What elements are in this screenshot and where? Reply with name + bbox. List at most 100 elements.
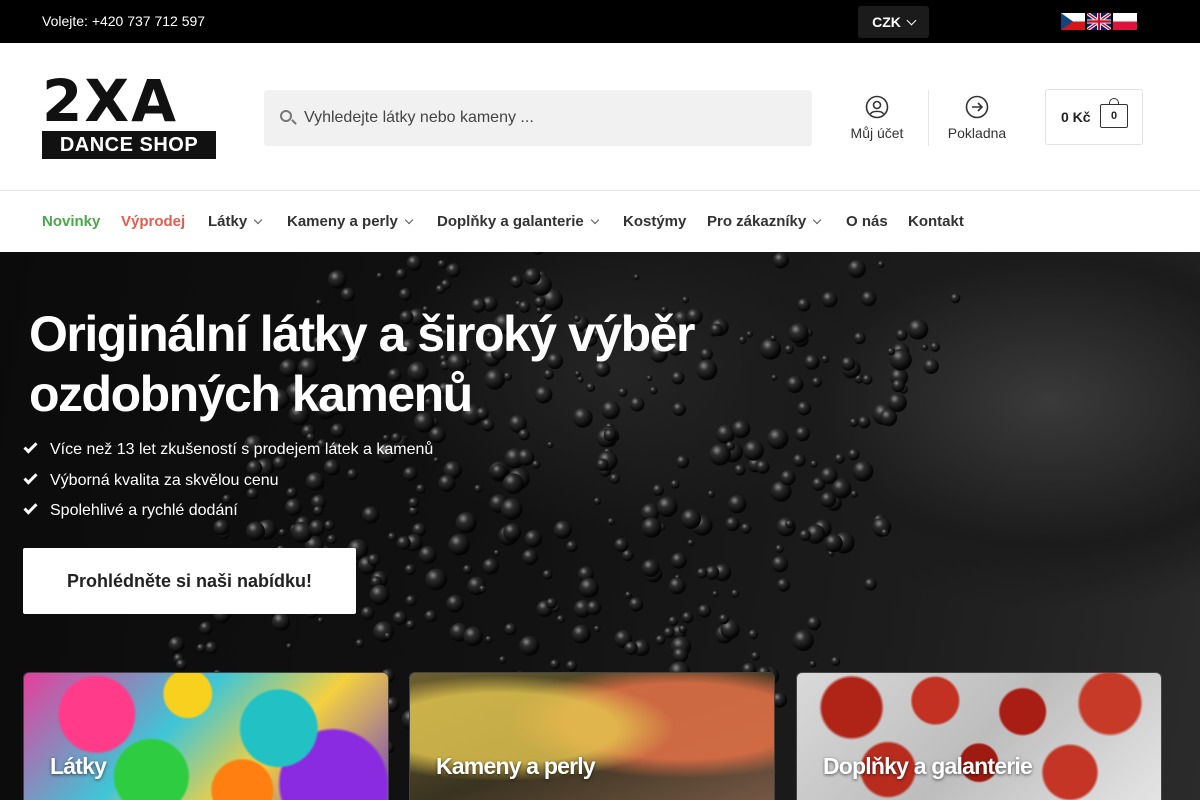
pearl-shape bbox=[455, 512, 477, 534]
pearl-shape bbox=[792, 629, 814, 651]
pearl-shape bbox=[593, 497, 602, 505]
pearl-shape bbox=[369, 584, 390, 605]
check-icon bbox=[23, 500, 38, 515]
category-card-latky[interactable]: Látky bbox=[23, 672, 389, 800]
pearl-shape bbox=[775, 544, 784, 553]
pearl-shape bbox=[776, 517, 796, 537]
pearl-shape bbox=[652, 484, 664, 496]
pearl-shape bbox=[682, 296, 689, 304]
nav-item-vyprodej[interactable]: Výprodej bbox=[121, 213, 185, 230]
nav-item-novinky[interactable]: Novinky bbox=[42, 213, 100, 230]
pearl-shape bbox=[821, 355, 830, 363]
pearl-shape bbox=[340, 287, 355, 302]
pearl-shape bbox=[712, 590, 719, 598]
pearl-shape bbox=[624, 641, 638, 655]
pearl-shape bbox=[895, 329, 908, 341]
pearl-shape bbox=[734, 464, 746, 476]
pearl-shape bbox=[641, 559, 660, 577]
cart-button[interactable]: 0 Kč 0 bbox=[1045, 89, 1143, 145]
cz-flag-icon[interactable] bbox=[1061, 13, 1085, 30]
pearl-shape bbox=[566, 540, 578, 553]
pearl-shape bbox=[317, 617, 324, 624]
en-flag-icon[interactable] bbox=[1087, 13, 1111, 30]
phone-number[interactable]: Volejte: +420 737 712 597 bbox=[42, 13, 205, 29]
pearl-shape bbox=[571, 624, 591, 644]
pearl-shape bbox=[556, 615, 565, 624]
pearl-shape bbox=[849, 418, 859, 427]
search-input[interactable] bbox=[304, 90, 804, 146]
category-card-title: Kameny a perly bbox=[436, 753, 596, 779]
pearl-shape bbox=[670, 479, 680, 489]
pearl-shape bbox=[596, 458, 609, 471]
nav-item-latky[interactable]: Látky bbox=[208, 213, 263, 230]
nav-item-label: Látky bbox=[208, 213, 248, 230]
category-card-kameny-a-perly[interactable]: Kameny a perly bbox=[409, 672, 775, 800]
nav-item-kostymy[interactable]: Kostýmy bbox=[623, 213, 686, 230]
nav-item-label: Pro zákazníky bbox=[707, 213, 807, 230]
pearl-shape bbox=[887, 393, 907, 413]
nav-item-pro-zakazniky[interactable]: Pro zákazníky bbox=[707, 213, 822, 230]
pearl-shape bbox=[743, 440, 764, 461]
pearl-shape bbox=[376, 272, 384, 280]
pearl-shape bbox=[771, 555, 789, 573]
nav-item-doplnky[interactable]: Doplňky a galanterie bbox=[437, 213, 599, 230]
pearl-shape bbox=[633, 274, 640, 281]
browse-offer-button[interactable]: Prohlédněte si naši nabídku! bbox=[23, 548, 356, 614]
chevron-down-icon bbox=[590, 215, 599, 225]
pearl-shape bbox=[504, 623, 517, 636]
pearl-shape bbox=[517, 448, 535, 466]
pearl-shape bbox=[848, 448, 860, 461]
pearl-shape bbox=[681, 508, 701, 529]
pearl-shape bbox=[603, 428, 617, 442]
pearl-shape bbox=[438, 474, 456, 492]
pearl-shape bbox=[850, 490, 859, 498]
my-account-label: Můj účet bbox=[850, 125, 904, 141]
nav-item-o-nas[interactable]: O nás bbox=[846, 213, 888, 230]
check-icon bbox=[23, 469, 38, 485]
pearl-shape bbox=[907, 319, 929, 340]
hero-banner: Originální látky a široký výběr ozdobnýc… bbox=[0, 252, 1200, 800]
pearl-shape bbox=[921, 344, 929, 351]
benefit-text: Spolehlivé a rychlé dodání bbox=[50, 502, 238, 519]
my-account-link[interactable]: Můj účet bbox=[845, 95, 909, 151]
currency-switcher[interactable]: CZK bbox=[858, 6, 929, 38]
pearl-shape bbox=[785, 520, 794, 529]
pearl-shape bbox=[448, 534, 470, 556]
pearl-shape bbox=[435, 284, 446, 295]
pearl-shape bbox=[858, 416, 871, 429]
category-card-doplnky[interactable]: Doplňky a galanterie bbox=[796, 672, 1162, 800]
chevron-down-icon bbox=[253, 215, 263, 225]
hero-title: Originální látky a široký výběr ozdobnýc… bbox=[29, 306, 695, 422]
pearl-shape bbox=[546, 597, 557, 609]
pearl-shape bbox=[609, 473, 620, 484]
site-header: 2XA DANCE SHOP Můj účet Pokladna 0 Kč 0 bbox=[0, 43, 1200, 191]
pearl-shape bbox=[553, 520, 572, 539]
nav-item-label: Doplňky a galanterie bbox=[437, 213, 584, 230]
pearl-shape bbox=[696, 567, 708, 579]
pearl-shape bbox=[522, 549, 538, 566]
pearl-shape bbox=[780, 470, 796, 486]
pearl-shape bbox=[776, 578, 791, 592]
pearl-shape bbox=[923, 358, 939, 374]
pearl-shape bbox=[628, 597, 644, 612]
cart-count: 0 bbox=[1110, 110, 1118, 122]
pearl-shape bbox=[792, 453, 806, 467]
pl-flag-icon[interactable] bbox=[1113, 13, 1137, 30]
pearl-shape bbox=[824, 534, 843, 553]
pearl-shape bbox=[405, 619, 416, 630]
benefit-text: Výborná kvalita za skvělou cenu bbox=[50, 471, 279, 489]
arrow-right-circle-icon bbox=[965, 95, 989, 119]
nav-item-kameny-a-perly[interactable]: Kameny a perly bbox=[287, 213, 414, 230]
pearl-shape bbox=[326, 534, 337, 545]
pearl-shape bbox=[807, 616, 821, 631]
pearl-shape bbox=[797, 401, 812, 416]
site-logo[interactable]: 2XA DANCE SHOP bbox=[42, 72, 216, 159]
pearl-shape bbox=[398, 288, 412, 301]
pearl-shape bbox=[502, 473, 524, 495]
checkout-link[interactable]: Pokladna bbox=[940, 95, 1014, 151]
nav-item-kontakt[interactable]: Kontakt bbox=[908, 213, 964, 230]
pearl-shape bbox=[879, 409, 898, 427]
pearl-shape bbox=[532, 460, 541, 469]
search-icon[interactable] bbox=[280, 110, 292, 122]
pearl-shape bbox=[864, 578, 877, 591]
